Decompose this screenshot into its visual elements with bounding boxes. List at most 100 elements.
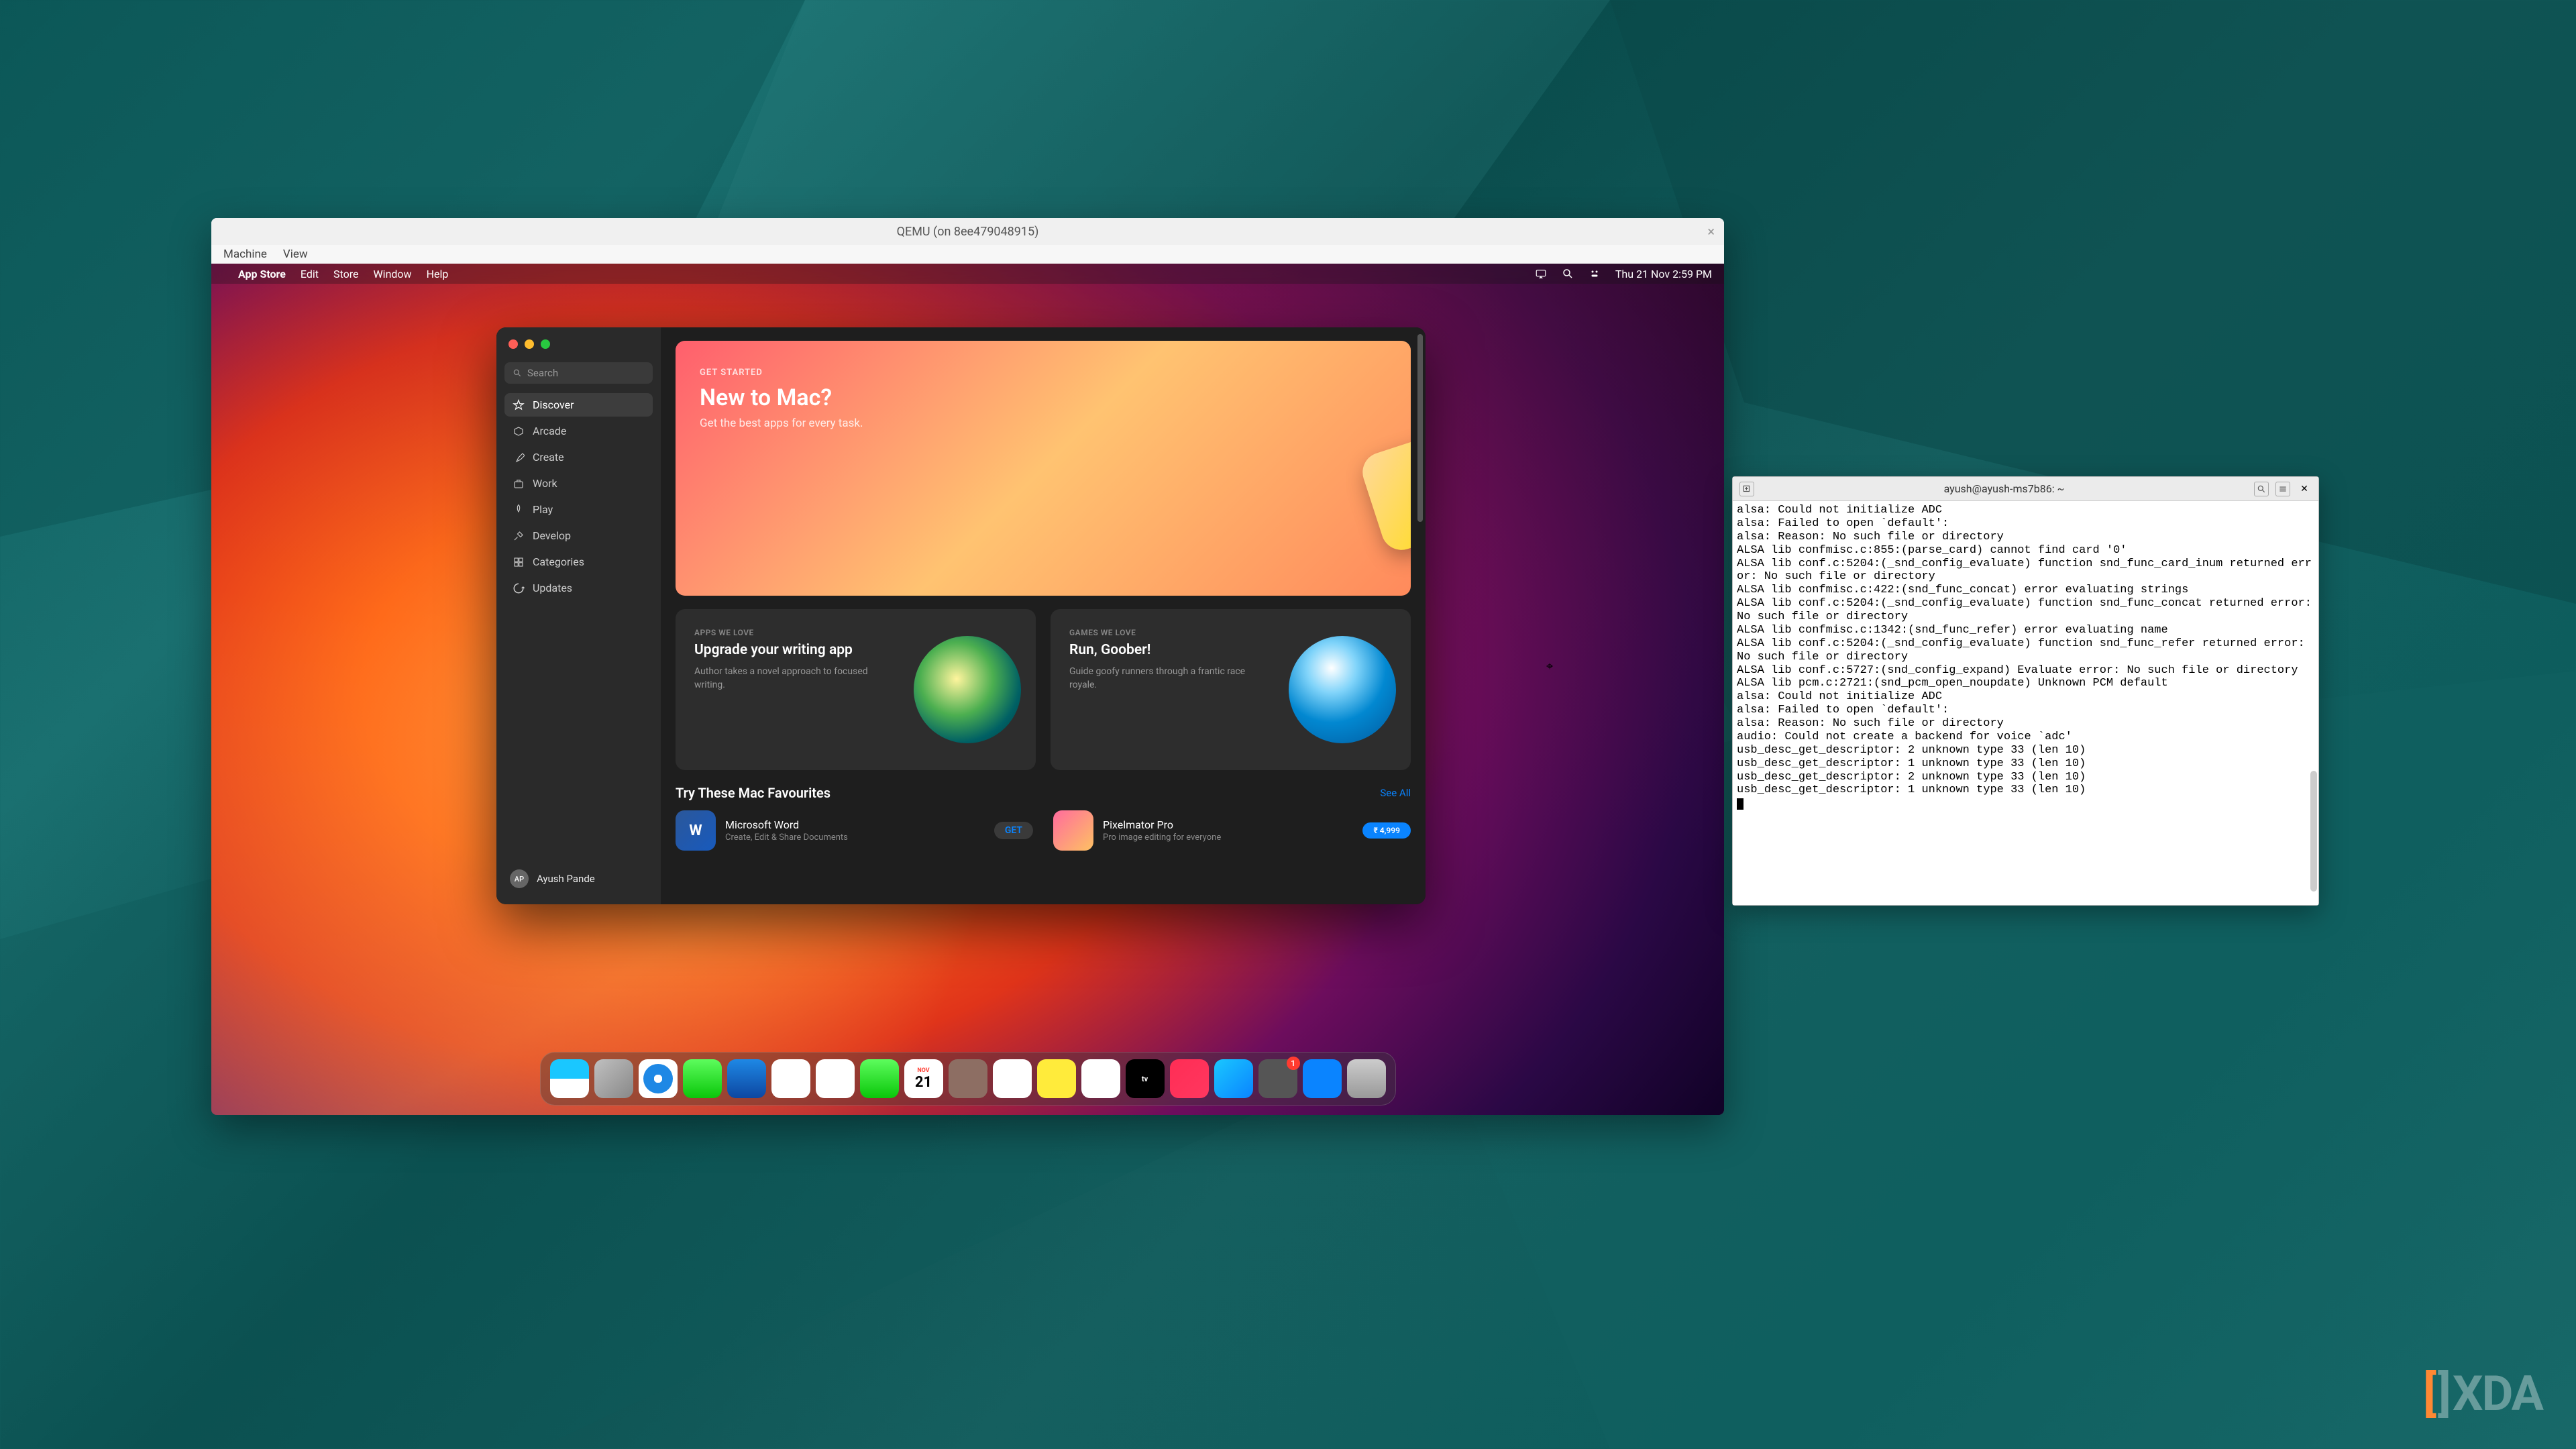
- dock-appstore[interactable]: [1214, 1059, 1253, 1098]
- macos-menubar: App Store Edit Store Window Help Thu 21 …: [211, 264, 1724, 284]
- terminal-scrollbar[interactable]: [2310, 771, 2317, 892]
- mouse-cursor-icon: ⌖: [1546, 659, 1553, 674]
- new-tab-button[interactable]: [1739, 482, 1754, 496]
- hammer-icon: [513, 530, 525, 542]
- dock-music[interactable]: [1170, 1059, 1209, 1098]
- terminal-close-button[interactable]: ✕: [2297, 482, 2312, 496]
- search-icon: [2257, 484, 2266, 494]
- minimize-button[interactable]: [525, 339, 534, 349]
- appstore-sidebar: Search Discover Arcade Create Work Play …: [496, 327, 661, 904]
- dock-reminders[interactable]: [993, 1059, 1032, 1098]
- favourites-section: Try These Mac Favourites See All W Micro…: [676, 785, 1411, 851]
- grid-icon: [513, 556, 525, 568]
- price-button[interactable]: ₹ 4,999: [1362, 822, 1411, 839]
- dock-downloads[interactable]: [1303, 1059, 1342, 1098]
- settings-badge: 1: [1287, 1057, 1300, 1070]
- qemu-titlebar[interactable]: QEMU (on 8ee479048915) ×: [211, 218, 1724, 245]
- menu-help[interactable]: Help: [427, 268, 449, 280]
- pixelmator-icon: [1053, 810, 1093, 851]
- feature-artwork: [914, 636, 1021, 743]
- qemu-menubar: Machine View: [211, 245, 1724, 264]
- dock-settings[interactable]: 1: [1258, 1059, 1297, 1098]
- dock-maps[interactable]: [771, 1059, 810, 1098]
- terminal-menu-button[interactable]: [2275, 482, 2290, 496]
- dock-freeform[interactable]: [1081, 1059, 1120, 1098]
- screen-mirror-icon[interactable]: [1535, 268, 1547, 280]
- app-name[interactable]: App Store: [238, 268, 286, 280]
- rocket-icon: [513, 504, 525, 516]
- dock-notes[interactable]: [1037, 1059, 1076, 1098]
- sidebar-item-work[interactable]: Work: [504, 472, 653, 495]
- appstore-main: GET STARTED New to Mac? Get the best app…: [661, 327, 1426, 904]
- search-input[interactable]: Search: [504, 362, 653, 384]
- get-button[interactable]: GET: [994, 822, 1033, 839]
- xda-watermark: []XDA: [2423, 1365, 2542, 1422]
- dock-calendar[interactable]: NOV 21: [904, 1059, 943, 1098]
- hero-card[interactable]: GET STARTED New to Mac? Get the best app…: [676, 341, 1411, 596]
- hero-subtitle: Get the best apps for every task.: [700, 417, 1387, 430]
- menubar-datetime[interactable]: Thu 21 Nov 2:59 PM: [1615, 268, 1712, 280]
- dock-messages[interactable]: [683, 1059, 722, 1098]
- arcade-icon: [513, 425, 525, 437]
- spotlight-icon[interactable]: [1562, 268, 1574, 280]
- qemu-title: QEMU (on 8ee479048915): [897, 225, 1039, 239]
- dock-contacts[interactable]: [949, 1059, 987, 1098]
- update-icon: [513, 582, 525, 594]
- qemu-menu-view[interactable]: View: [283, 248, 308, 261]
- terminal-title: ayush@ayush-ms7b86: ~: [1761, 482, 2247, 495]
- terminal-output[interactable]: alsa: Could not initialize ADC alsa: Fai…: [1733, 501, 2318, 905]
- feature-artwork: [1289, 636, 1396, 743]
- sidebar-item-discover[interactable]: Discover: [504, 393, 653, 417]
- appstore-window: Search Discover Arcade Create Work Play …: [496, 327, 1426, 904]
- sidebar-item-categories[interactable]: Categories: [504, 550, 653, 574]
- menu-store[interactable]: Store: [333, 268, 358, 280]
- dock-tv[interactable]: tv: [1126, 1059, 1165, 1098]
- favourites-heading: Try These Mac Favourites: [676, 785, 830, 801]
- sidebar-item-develop[interactable]: Develop: [504, 524, 653, 547]
- fav-item-pixelmator[interactable]: Pixelmator Pro Pro image editing for eve…: [1053, 810, 1411, 851]
- feature-card-apps-we-love[interactable]: APPS WE LOVE Upgrade your writing app Au…: [676, 609, 1036, 770]
- feature-card-games-we-love[interactable]: GAMES WE LOVE Run, Goober! Guide goofy r…: [1051, 609, 1411, 770]
- hamburger-icon: [2278, 484, 2288, 494]
- dock-mail[interactable]: [727, 1059, 766, 1098]
- control-center-icon[interactable]: [1589, 268, 1601, 280]
- user-name: Ayush Pande: [537, 873, 595, 885]
- qemu-close-button[interactable]: ×: [1707, 223, 1715, 239]
- terminal-window: ayush@ayush-ms7b86: ~ ✕ alsa: Could not …: [1732, 476, 2319, 906]
- star-icon: [513, 399, 525, 411]
- dock-facetime[interactable]: [860, 1059, 899, 1098]
- word-icon: W: [676, 810, 716, 851]
- dock-finder[interactable]: [550, 1059, 589, 1098]
- see-all-link[interactable]: See All: [1380, 787, 1411, 799]
- brush-icon: [513, 451, 525, 464]
- sidebar-item-updates[interactable]: Updates: [504, 576, 653, 600]
- sidebar-item-play[interactable]: Play: [504, 498, 653, 521]
- qemu-menu-machine[interactable]: Machine: [223, 248, 267, 261]
- avatar: AP: [510, 869, 529, 888]
- sidebar-item-arcade[interactable]: Arcade: [504, 419, 653, 443]
- menu-window[interactable]: Window: [373, 268, 411, 280]
- terminal-titlebar[interactable]: ayush@ayush-ms7b86: ~ ✕: [1733, 477, 2318, 501]
- qemu-window: QEMU (on 8ee479048915) × Machine View Ap…: [211, 218, 1724, 1115]
- window-traffic-lights: [504, 337, 653, 360]
- menu-edit[interactable]: Edit: [301, 268, 319, 280]
- sidebar-item-create[interactable]: Create: [504, 445, 653, 469]
- terminal-search-button[interactable]: [2254, 482, 2269, 496]
- qemu-guest-display[interactable]: App Store Edit Store Window Help Thu 21 …: [211, 264, 1724, 1115]
- dock-launchpad[interactable]: [594, 1059, 633, 1098]
- briefcase-icon: [513, 478, 525, 490]
- search-icon: [513, 368, 522, 378]
- fav-item-word[interactable]: W Microsoft Word Create, Edit & Share Do…: [676, 810, 1033, 851]
- hero-tag: GET STARTED: [700, 368, 1387, 378]
- scrollbar[interactable]: [1417, 334, 1423, 522]
- macos-dock: NOV 21 tv 1: [540, 1052, 1396, 1106]
- close-button[interactable]: [508, 339, 518, 349]
- dock-photos[interactable]: [816, 1059, 855, 1098]
- dock-safari[interactable]: [639, 1059, 678, 1098]
- terminal-cursor: [1737, 798, 1743, 810]
- plus-tab-icon: [1742, 484, 1752, 494]
- sidebar-user[interactable]: AP Ayush Pande: [504, 863, 653, 895]
- dock-trash[interactable]: [1347, 1059, 1386, 1098]
- fullscreen-button[interactable]: [541, 339, 550, 349]
- search-placeholder: Search: [527, 367, 558, 379]
